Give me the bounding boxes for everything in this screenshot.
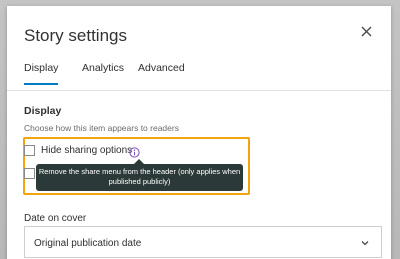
date-on-cover-label: Date on cover [24, 213, 87, 224]
date-on-cover-select[interactable]: Original publication date [24, 226, 382, 258]
share-tooltip: Remove the share menu from the header (o… [36, 164, 243, 191]
close-button[interactable] [357, 22, 375, 40]
dialog-title: Story settings [24, 26, 127, 45]
tab-bar: Display Analytics Advanced [24, 62, 224, 92]
date-on-cover-value: Original publication date [34, 238, 142, 249]
hide-sharing-checkbox[interactable] [24, 145, 35, 156]
hide-sharing-label: Hide sharing options [41, 145, 133, 156]
story-settings-dialog: Story settings Display Analytics Advance… [7, 6, 391, 259]
info-icon [129, 147, 140, 158]
display-section-description: Choose how this item appears to readers [24, 123, 179, 133]
info-button[interactable] [129, 145, 140, 158]
tab-analytics[interactable]: Analytics [82, 62, 124, 83]
tab-divider [7, 90, 391, 91]
tab-display[interactable]: Display [24, 62, 59, 85]
chevron-down-icon [361, 241, 369, 246]
display-section-heading: Display [24, 105, 62, 117]
tab-advanced[interactable]: Advanced [138, 62, 185, 83]
second-option-checkbox[interactable] [24, 168, 35, 179]
close-icon [361, 26, 371, 36]
